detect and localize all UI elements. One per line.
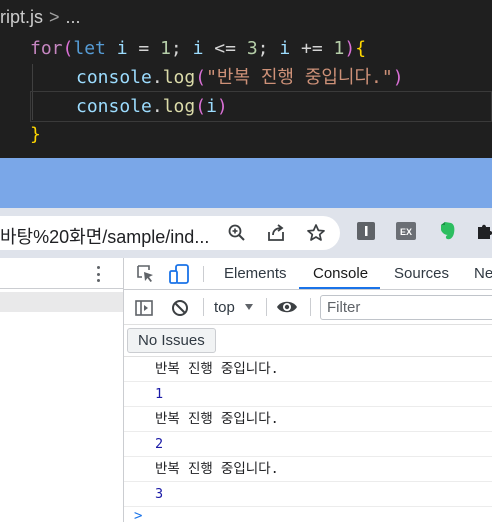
console-message-text: 3 — [155, 486, 164, 502]
browser-toolbar: 바탕%20화면/sample/ind... EX — [0, 208, 492, 258]
dot: . — [151, 67, 163, 88]
tab-elements[interactable]: Elements — [224, 265, 287, 282]
method: log — [162, 67, 196, 88]
console-message-text: 반복 진행 중입니다. — [155, 461, 279, 477]
paren: ) — [344, 38, 356, 59]
console-message: 2 — [124, 432, 492, 457]
paren: ) — [216, 96, 228, 117]
breadcrumb-file[interactable]: ript.js — [0, 7, 43, 27]
paren: ( — [195, 67, 207, 88]
devtools-left-pane — [0, 258, 124, 522]
chevron-down-icon[interactable] — [245, 304, 253, 310]
dot: . — [151, 96, 163, 117]
sidebar-toggle-icon[interactable] — [134, 298, 154, 323]
tab-sources[interactable]: Sources — [394, 265, 449, 282]
breadcrumb-separator: > — [49, 7, 60, 27]
object: console — [76, 67, 152, 88]
number: 1 — [333, 38, 345, 59]
context-selector[interactable]: top — [214, 299, 235, 316]
active-tab-indicator — [299, 287, 380, 289]
paren: ) — [392, 67, 404, 88]
console-output[interactable]: 반복 진행 중입니다. 1 반복 진행 중입니다. 2 반복 진행 중입니다. … — [124, 357, 492, 524]
no-issues-button[interactable]: No Issues — [127, 328, 216, 353]
variable: i — [206, 96, 217, 117]
issues-bar: No Issues — [124, 325, 492, 357]
tab-console[interactable]: Console — [313, 265, 368, 282]
filter-placeholder: Filter — [327, 299, 361, 316]
console-message-text: 반복 진행 중입니다. — [155, 411, 279, 427]
devtools-tabbar: Elements Console Sources Ne — [124, 258, 492, 290]
puzzle-icon[interactable] — [474, 220, 492, 242]
console-message-text: 1 — [155, 386, 164, 402]
console-message: 반복 진행 중입니다. — [124, 407, 492, 432]
console-message-text: 반복 진행 중입니다. — [155, 361, 279, 377]
code-editor[interactable]: ript.js >... for(let i = 1; i <= 3; i += … — [0, 0, 492, 158]
operator: <= — [203, 38, 247, 59]
console-message: 1 — [124, 382, 492, 407]
extension-1-icon[interactable] — [355, 220, 377, 242]
keyword-for: for — [30, 38, 63, 59]
more-options-icon[interactable] — [94, 264, 102, 284]
ex-label: EX — [400, 227, 412, 237]
paren: ( — [195, 96, 207, 117]
console-message: 3 — [124, 482, 492, 507]
divider — [203, 266, 204, 282]
code-line-2[interactable]: console.log("반복 진행 중입니다.") — [76, 63, 404, 93]
address-bar[interactable]: 바탕%20화면/sample/ind... — [0, 216, 340, 250]
method: log — [162, 96, 196, 117]
semicolon: ; — [170, 38, 193, 59]
window-backdrop — [0, 158, 492, 208]
operator: += — [290, 38, 334, 59]
breadcrumb: ript.js >... — [0, 7, 81, 31]
operator: = — [127, 38, 161, 59]
selected-row[interactable] — [0, 292, 123, 312]
device-toolbar-icon[interactable] — [168, 263, 190, 290]
divider — [203, 298, 204, 316]
code-line-4[interactable]: } — [30, 120, 41, 150]
paren: ( — [62, 38, 74, 59]
clear-console-icon[interactable] — [170, 298, 190, 323]
code-line-1[interactable]: for(let i = 1; i <= 3; i += 1){ — [30, 34, 366, 64]
object: console — [76, 96, 152, 117]
bookmark-star-icon[interactable] — [305, 222, 327, 244]
share-icon[interactable] — [265, 222, 287, 244]
ex-extension-icon[interactable]: EX — [395, 220, 417, 242]
keyword-let: let — [73, 38, 106, 59]
number: 1 — [160, 38, 171, 59]
left-pane-header — [0, 258, 123, 289]
variable: i — [116, 38, 128, 59]
filter-input[interactable]: Filter — [320, 295, 492, 320]
evernote-icon[interactable] — [436, 220, 458, 242]
string: "반복 진행 중입니다." — [206, 67, 393, 88]
console-message: 반복 진행 중입니다. — [124, 357, 492, 382]
breadcrumb-ellipsis[interactable]: ... — [66, 7, 81, 27]
brace: } — [30, 124, 41, 145]
divider — [310, 298, 311, 316]
eye-icon[interactable] — [276, 298, 298, 321]
console-message: 반복 진행 중입니다. — [124, 457, 492, 482]
number: 3 — [246, 38, 258, 59]
divider — [266, 298, 267, 316]
brace: { — [355, 38, 367, 59]
url-text[interactable]: 바탕%20화면/sample/ind... — [0, 223, 209, 249]
variable: i — [279, 38, 291, 59]
console-message-text: 2 — [155, 436, 164, 452]
semicolon: ; — [257, 38, 280, 59]
code-line-3[interactable]: console.log(i) — [76, 92, 228, 122]
zoom-icon[interactable] — [226, 222, 248, 244]
tab-network[interactable]: Ne — [474, 265, 492, 282]
variable: i — [192, 38, 204, 59]
inspect-element-icon[interactable] — [136, 264, 156, 289]
console-toolbar: top Filter — [124, 290, 492, 325]
